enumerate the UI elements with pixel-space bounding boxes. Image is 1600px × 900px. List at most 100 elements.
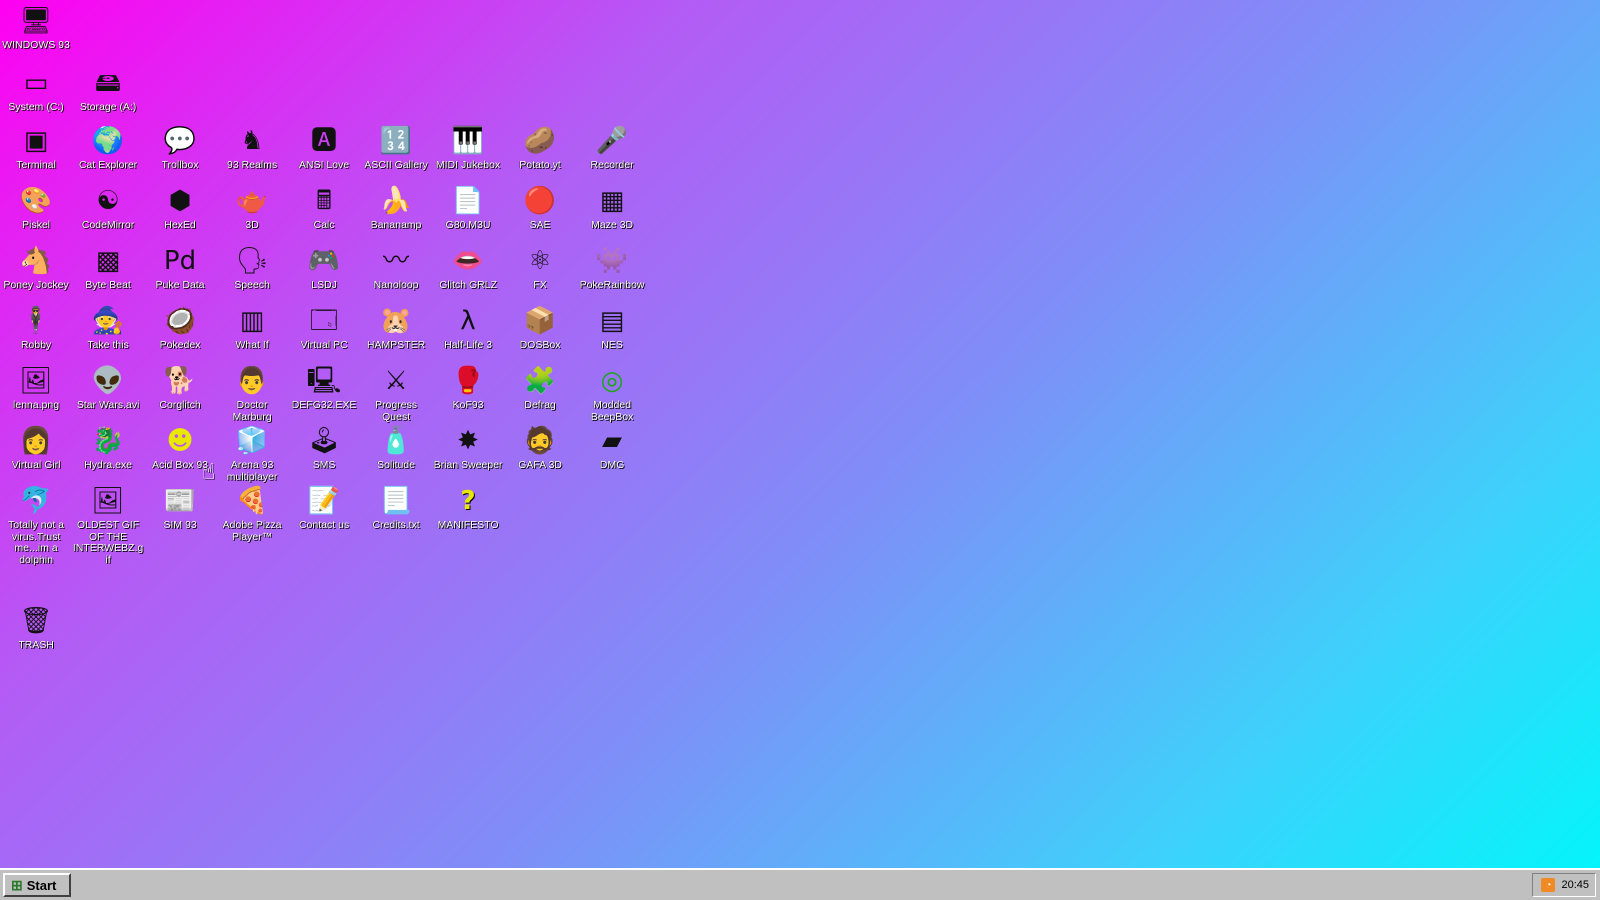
desktop-icon-hampster[interactable]: 🐹 HAMPSTER xyxy=(360,304,432,352)
icon-label: Brian Sweeper xyxy=(433,459,503,471)
nes-icon: ▤ xyxy=(599,306,625,336)
rss-icon[interactable]: ◔ xyxy=(1541,878,1556,892)
icon-label: Robby xyxy=(20,339,52,351)
desktop-icon-contact-us[interactable]: 📝 Contact us xyxy=(288,484,360,532)
icon-label: Nanoloop xyxy=(373,279,419,291)
calculator-icon: 🖩 xyxy=(316,186,332,216)
desktop-icon-sim-93[interactable]: 📰 SIM 93 xyxy=(144,484,216,532)
desktop-icon-defrag[interactable]: 🧩 Defrag xyxy=(504,364,576,412)
icon-label: Arena 93 multiplayer xyxy=(226,459,278,483)
desktop-icon-half-life-3[interactable]: λ Half-Life 3 xyxy=(432,304,504,352)
desktop-icon-codemirror[interactable]: ☯ CodeMirror xyxy=(72,184,144,232)
desktop-icon-midi-jukebox[interactable]: 🎹 MIDI Jukebox xyxy=(432,124,504,172)
icon-label: Puke Data xyxy=(155,279,205,291)
desktop-icon-hexed[interactable]: ⬢ HexEd xyxy=(144,184,216,232)
desktop-icon-modded-beepbox[interactable]: ◎ Modded BeepBox xyxy=(576,364,648,423)
desktop-icon-sms[interactable]: 🕹 SMS xyxy=(288,424,360,472)
desktop-icon-ascii-gallery[interactable]: 🔢 ASCII Gallery xyxy=(360,124,432,172)
desktop-icon-calc[interactable]: 🖩 Calc xyxy=(288,184,360,232)
desktop-icon-piskel[interactable]: 🎨 Piskel xyxy=(0,184,72,232)
desktop-icon-storage-a[interactable]: 🖴 Storage (A:) xyxy=(72,66,144,114)
desktop-icon-glitch-grlz[interactable]: 👄 Glitch GRLZ xyxy=(432,244,504,292)
lips-icon: 👄 xyxy=(451,246,485,276)
desktop-icon-maze-3d[interactable]: ▦ Maze 3D xyxy=(576,184,648,232)
floppy-drives-icon: 🖴 xyxy=(94,68,122,98)
desktop-icon-pokerainbow[interactable]: 👾 PokeRainbow xyxy=(576,244,648,292)
desktop-icon-terminal[interactable]: ▣ Terminal xyxy=(0,124,72,172)
desktop-icon-manifesto[interactable]: ? MANIFESTO xyxy=(432,484,504,532)
desktop-icon-recorder[interactable]: 🎤 Recorder xyxy=(576,124,648,172)
desktop-icon-sae[interactable]: 🔴 SAE xyxy=(504,184,576,232)
desktop-icon-93-realms[interactable]: ♞ 93 Realms xyxy=(216,124,288,172)
icon-label: Recorder xyxy=(590,159,634,171)
icon-label: Virtual Girl xyxy=(11,459,61,471)
desktop-icon-hydra[interactable]: 🐉 Hydra.exe xyxy=(72,424,144,472)
desktop-icon-arena-93[interactable]: 🧊 Arena 93 multiplayer xyxy=(216,424,288,483)
desktop-icon-star-wars[interactable]: 👽 Star Wars.avi xyxy=(72,364,144,412)
desktop-icon-adobe-pizza-player[interactable]: 🍕 Adobe Pizza Player™ xyxy=(216,484,288,543)
desktop-icon-dosbox[interactable]: 📦 DOSBox xyxy=(504,304,576,352)
palette-icon: 🎨 xyxy=(19,186,53,216)
icon-label: Solitude xyxy=(377,459,415,471)
desktop-icon-potato-yt[interactable]: 🥔 Potato.yt xyxy=(504,124,576,172)
icon-label: Speech xyxy=(234,279,270,291)
icon-label: Terminal xyxy=(16,159,56,171)
desktop-icon-dolphin[interactable]: 🐬 Totally not a virus.Trust me...im a do… xyxy=(0,484,72,566)
icon-label: HAMPSTER xyxy=(366,339,426,351)
desktop-icon-ansi-love[interactable]: 🅰 ANSI Love xyxy=(288,124,360,172)
icon-label: MIDI Jukebox xyxy=(435,159,501,171)
globe-icon: 🌍 xyxy=(91,126,125,156)
desktop-icon-brian-sweeper[interactable]: ✸ Brian Sweeper xyxy=(432,424,504,472)
desktop-icon-progress-quest[interactable]: ⚔ Progress Quest xyxy=(360,364,432,423)
desktop-icon-speech[interactable]: 🗣 Speech xyxy=(216,244,288,292)
desktop-icon-dmg[interactable]: ▰ DMG xyxy=(576,424,648,472)
icon-label: Piskel xyxy=(21,219,50,231)
corgi-icon: 🐕 xyxy=(163,366,197,396)
desktop-icon-virtual-girl[interactable]: 👩 Virtual Girl xyxy=(0,424,72,472)
desktop-icon-poney-jockey[interactable]: 🐴 Poney Jockey xyxy=(0,244,72,292)
desktop-icon-defg32[interactable]: 🖳 DEFG32.EXE xyxy=(288,364,360,412)
desktop-icon-what-if[interactable]: ▥ What If xyxy=(216,304,288,352)
icon-label: Contact us xyxy=(298,519,350,531)
icon-label: Trollbox xyxy=(161,159,199,171)
window-icon: 🗔 xyxy=(309,306,339,336)
desktop-icon-bananamp[interactable]: 🍌 Bananamp xyxy=(360,184,432,232)
desktop-icon-lenna-png[interactable]: 🖼 lenna.png xyxy=(0,364,72,412)
desktop-icon-take-this[interactable]: 🧙 Take this xyxy=(72,304,144,352)
icon-label: DMG xyxy=(599,459,625,471)
desktop-icon-gafa-3d[interactable]: 🧔 GAFA 3D xyxy=(504,424,576,472)
desktop-icon-pokedex[interactable]: 🥥 Pokedex xyxy=(144,304,216,352)
teapot-icon: 🫖 xyxy=(235,186,269,216)
desktop-icon-byte-beat[interactable]: ▩ Byte Beat xyxy=(72,244,144,292)
pokerainbow-icon: 👾 xyxy=(595,246,629,276)
desktop-icon-nes[interactable]: ▤ NES xyxy=(576,304,648,352)
desktop-icon-doctor-marburg[interactable]: 👨 Doctor Marburg xyxy=(216,364,288,423)
desktop-icon-3d[interactable]: 🫖 3D xyxy=(216,184,288,232)
icon-label: Totally not a virus.Trust me...im a dolp… xyxy=(7,519,65,566)
icon-label: Progress Quest xyxy=(374,399,417,423)
desktop-icon-puke-data[interactable]: Pd Puke Data xyxy=(144,244,216,292)
desktop-icon-trollbox[interactable]: 💬 Trollbox xyxy=(144,124,216,172)
desktop-icon-fx[interactable]: ⚛ FX xyxy=(504,244,576,292)
desktop-icon-nanoloop[interactable]: 〰 Nanoloop xyxy=(360,244,432,292)
start-button[interactable]: ⊞ Start xyxy=(3,873,71,897)
swords-icon: ⚔ xyxy=(384,366,408,396)
desktop-icon-system-c[interactable]: ▭ System (C:) xyxy=(0,66,72,114)
desktop-icon-corglitch[interactable]: 🐕 Corglitch xyxy=(144,364,216,412)
desktop-icon-kof93[interactable]: 🥊 KoF93 xyxy=(432,364,504,412)
desktop-icon-oldest-gif[interactable]: 🖼 OLDEST GIF OF THE INTERWEBZ.gif xyxy=(72,484,144,566)
desktop-icon-robby[interactable]: 🕴 Robby xyxy=(0,304,72,352)
desktop-icon-trash[interactable]: 🗑 TRASH xyxy=(0,604,72,652)
desktop-icon-windows-93[interactable]: 🖥 WINDOWS 93 xyxy=(0,4,72,52)
ring-icon: ◎ xyxy=(600,366,624,396)
icon-label: Glitch GRLZ xyxy=(439,279,497,291)
desktop-icon-cat-explorer[interactable]: 🌍 Cat Explorer xyxy=(72,124,144,172)
knight-icon: ♞ xyxy=(240,126,264,156)
desktop-icon-lsdj[interactable]: 🎮 LSDJ xyxy=(288,244,360,292)
desktop-icon-virtual-pc[interactable]: 🗔 Virtual PC xyxy=(288,304,360,352)
desktop-icon-g80-m3u[interactable]: 📄 G80.M3U xyxy=(432,184,504,232)
take-this-icon: 🧙 xyxy=(91,306,125,336)
icon-label: Hydra.exe xyxy=(84,459,132,471)
desktop-icon-solitude[interactable]: 🧴 Solitude xyxy=(360,424,432,472)
desktop-icon-credits-txt[interactable]: 📃 Credits.txt xyxy=(360,484,432,532)
